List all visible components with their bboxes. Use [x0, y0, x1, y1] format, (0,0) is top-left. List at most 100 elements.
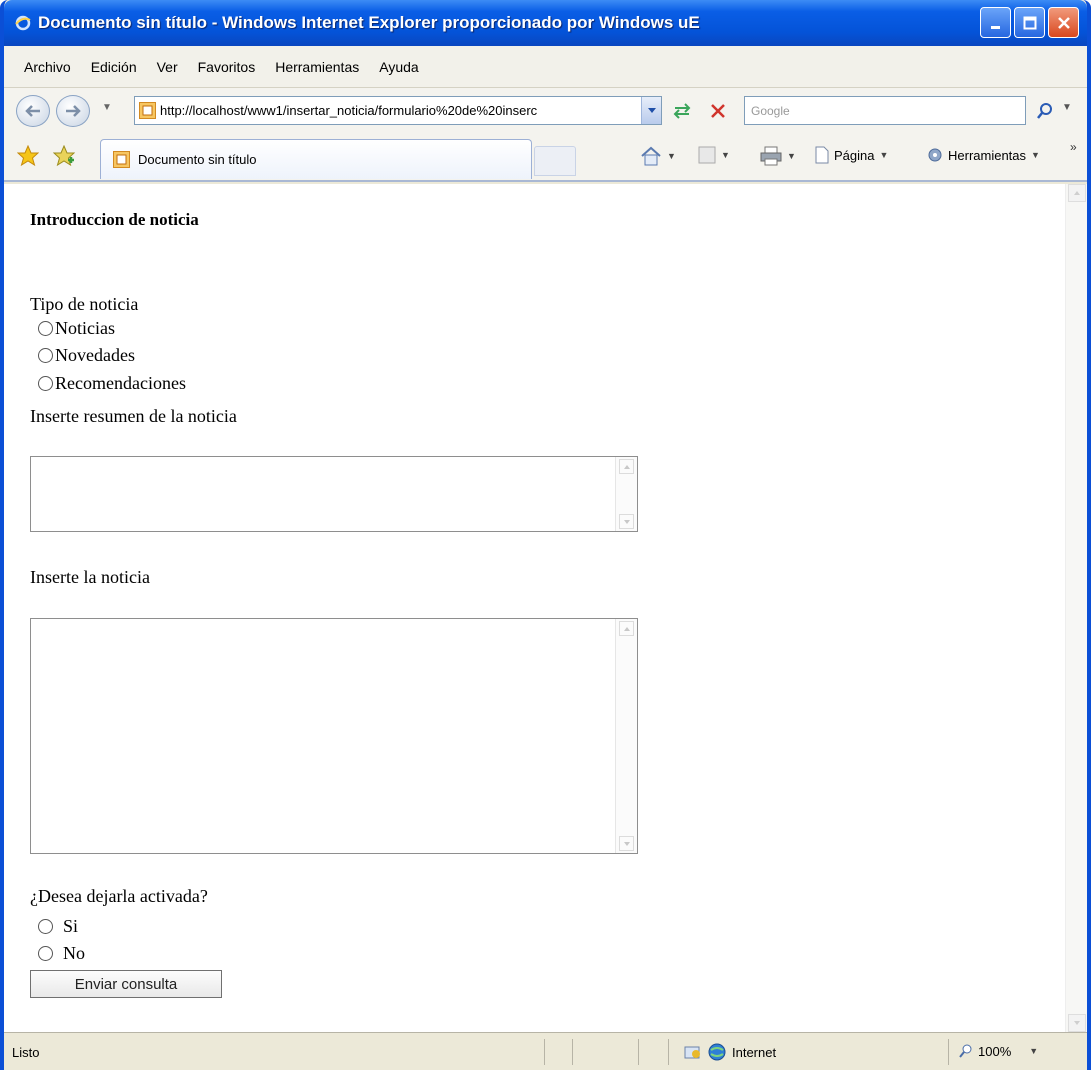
- status-text: Listo: [12, 1045, 40, 1060]
- back-button[interactable]: [16, 95, 50, 127]
- zoom-magnifier-icon: [959, 1044, 972, 1058]
- search-input[interactable]: Google: [744, 96, 1026, 125]
- menu-archivo[interactable]: Archivo: [16, 56, 79, 78]
- zoom-control[interactable]: 100% ▼: [958, 1043, 1038, 1059]
- tab-bar: Documento sin título ▼ ▼ ▼ Página ▼ Herr…: [4, 132, 1087, 182]
- add-favorites-button[interactable]: [52, 144, 76, 168]
- forward-button[interactable]: [56, 95, 90, 127]
- radio-label: Novedades: [55, 345, 135, 365]
- menu-ayuda[interactable]: Ayuda: [371, 56, 426, 78]
- radio-option-no[interactable]: No: [38, 943, 85, 964]
- print-button[interactable]: ▼: [760, 146, 796, 166]
- textarea-scrollbar[interactable]: [615, 619, 637, 853]
- star-icon: [17, 145, 39, 167]
- add-favorite-icon: [53, 145, 75, 167]
- menu-bar: Archivo Edición Ver Favoritos Herramient…: [4, 46, 1087, 88]
- address-row: ▼ http://localhost/www1/insertar_noticia…: [4, 88, 1087, 132]
- summary-label: Inserte resumen de la noticia: [30, 406, 237, 426]
- refresh-icon: [673, 103, 691, 119]
- toolbar-overflow-button[interactable]: »: [1070, 140, 1077, 154]
- summary-textarea[interactable]: [30, 456, 638, 532]
- scroll-down-icon[interactable]: [619, 514, 634, 529]
- page-menu-button[interactable]: Página ▼: [814, 146, 888, 164]
- close-icon: [1057, 16, 1070, 29]
- scroll-up-icon[interactable]: [619, 459, 634, 474]
- print-dropdown-icon[interactable]: ▼: [787, 151, 796, 161]
- feeds-icon: [698, 146, 716, 164]
- radio-option-novedades[interactable]: Novedades: [38, 345, 135, 366]
- stop-icon: [711, 104, 725, 118]
- radio-button[interactable]: [38, 348, 53, 363]
- status-divider: [668, 1039, 669, 1065]
- active-question-label: ¿Desea dejarla activada?: [30, 886, 208, 906]
- status-divider: [544, 1039, 545, 1065]
- refresh-button[interactable]: [668, 98, 696, 124]
- zoom-level: 100%: [978, 1043, 1012, 1059]
- menu-ver[interactable]: Ver: [149, 56, 186, 78]
- page-menu-label: Página: [834, 147, 875, 163]
- search-placeholder: Google: [751, 103, 790, 118]
- home-button[interactable]: ▼: [640, 146, 676, 166]
- favorites-center-button[interactable]: [16, 144, 40, 168]
- security-zone[interactable]: Internet: [684, 1043, 776, 1061]
- menu-herramientas[interactable]: Herramientas: [267, 56, 367, 78]
- maximize-button[interactable]: [1014, 7, 1045, 38]
- browser-window: Documento sin título - Windows Internet …: [0, 0, 1091, 1070]
- home-dropdown-icon[interactable]: ▼: [667, 151, 676, 161]
- printer-icon: [760, 146, 782, 166]
- address-bar[interactable]: http://localhost/www1/insertar_noticia/f…: [134, 96, 662, 125]
- page-heading: Introduccion de noticia: [30, 210, 199, 229]
- news-label: Inserte la noticia: [30, 567, 150, 587]
- forward-arrow-icon: [66, 105, 81, 117]
- type-label: Tipo de noticia: [30, 294, 139, 314]
- chevron-down-icon: [647, 107, 656, 113]
- radio-option-recomendaciones[interactable]: Recomendaciones: [38, 373, 186, 394]
- tab-documento[interactable]: Documento sin título: [100, 139, 532, 179]
- page-favicon-icon: [139, 102, 156, 119]
- scroll-down-icon[interactable]: [619, 836, 634, 851]
- stop-button[interactable]: [704, 98, 732, 124]
- search-icon: [1037, 102, 1052, 119]
- page-viewport: Introduccion de noticia Tipo de noticia …: [4, 184, 1087, 1032]
- tools-gear-icon: [928, 148, 942, 162]
- scroll-up-icon[interactable]: [1068, 184, 1086, 202]
- radio-button[interactable]: [38, 376, 53, 391]
- close-button[interactable]: [1048, 7, 1079, 38]
- radio-label: Noticias: [55, 318, 115, 338]
- status-bar: Listo Internet 100% ▼: [4, 1032, 1087, 1070]
- home-icon: [641, 146, 661, 166]
- feeds-button[interactable]: ▼: [698, 146, 730, 164]
- zone-label: Internet: [732, 1044, 777, 1060]
- history-dropdown-icon[interactable]: ▼: [102, 102, 112, 113]
- textarea-scrollbar[interactable]: [615, 457, 637, 531]
- status-divider: [948, 1039, 949, 1065]
- menu-edicion[interactable]: Edición: [83, 56, 145, 78]
- radio-option-noticias[interactable]: Noticias: [38, 318, 115, 339]
- address-dropdown-button[interactable]: [641, 97, 661, 124]
- search-button[interactable]: [1032, 96, 1058, 125]
- menu-favoritos[interactable]: Favoritos: [190, 56, 264, 78]
- url-text[interactable]: http://localhost/www1/insertar_noticia/f…: [160, 103, 640, 118]
- scroll-down-icon[interactable]: [1068, 1014, 1086, 1032]
- title-bar[interactable]: Documento sin título - Windows Internet …: [4, 0, 1087, 46]
- radio-button[interactable]: [38, 946, 53, 961]
- news-textarea[interactable]: [30, 618, 638, 854]
- radio-button[interactable]: [38, 321, 53, 336]
- radio-option-si[interactable]: Si: [38, 916, 78, 937]
- protected-mode-icon: [684, 1046, 700, 1059]
- tools-menu-label: Herramientas: [948, 147, 1027, 163]
- tools-menu-button[interactable]: Herramientas ▼: [926, 146, 1040, 164]
- search-options-icon[interactable]: ▼: [1062, 102, 1072, 113]
- submit-button[interactable]: Enviar consulta: [30, 970, 222, 998]
- scroll-up-icon[interactable]: [619, 621, 634, 636]
- tab-label: Documento sin título: [138, 152, 257, 167]
- status-divider: [638, 1039, 639, 1065]
- tab-favicon-icon: [113, 151, 130, 168]
- ie-logo-icon: [14, 14, 32, 32]
- page-scrollbar[interactable]: [1065, 184, 1087, 1032]
- zoom-dropdown-icon[interactable]: ▼: [1029, 1046, 1038, 1056]
- new-tab-button[interactable]: [534, 146, 576, 176]
- radio-button[interactable]: [38, 919, 53, 934]
- feeds-dropdown-icon[interactable]: ▼: [721, 150, 730, 160]
- minimize-button[interactable]: [980, 7, 1011, 38]
